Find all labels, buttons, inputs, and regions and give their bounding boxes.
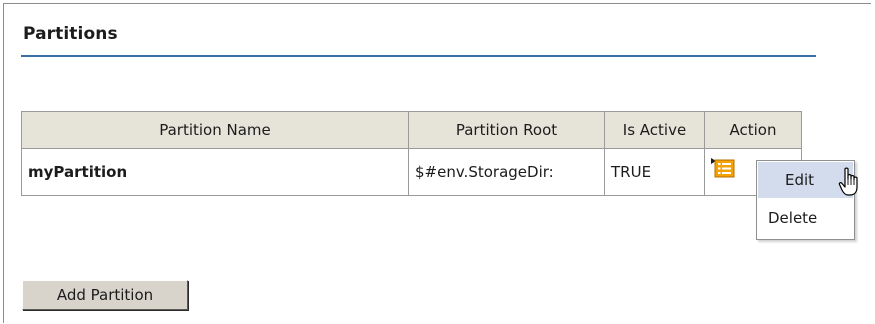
table-header-row: Partition Name Partition Root Is Active …	[21, 111, 802, 149]
is-active-cell: TRUE	[604, 148, 705, 196]
table-row: myPartition $#env.StorageDir: TRUE	[21, 148, 802, 196]
hand-pointer-icon	[838, 167, 864, 201]
column-header-partition-root[interactable]: Partition Root	[408, 111, 605, 149]
column-header-action: Action	[704, 111, 802, 149]
partitions-table: Partition Name Partition Root Is Active …	[21, 111, 802, 196]
column-header-partition-name[interactable]: Partition Name	[21, 111, 409, 149]
partition-root-cell: $#env.StorageDir:	[408, 148, 605, 196]
title-divider	[21, 55, 816, 57]
panel-title: Partitions	[23, 24, 118, 44]
add-partition-button[interactable]: Add Partition	[22, 280, 188, 310]
column-header-is-active[interactable]: Is Active	[604, 111, 705, 149]
partition-name-cell: myPartition	[21, 148, 409, 196]
menu-item-delete[interactable]: Delete	[757, 199, 854, 237]
action-menu-icon[interactable]	[711, 157, 735, 183]
